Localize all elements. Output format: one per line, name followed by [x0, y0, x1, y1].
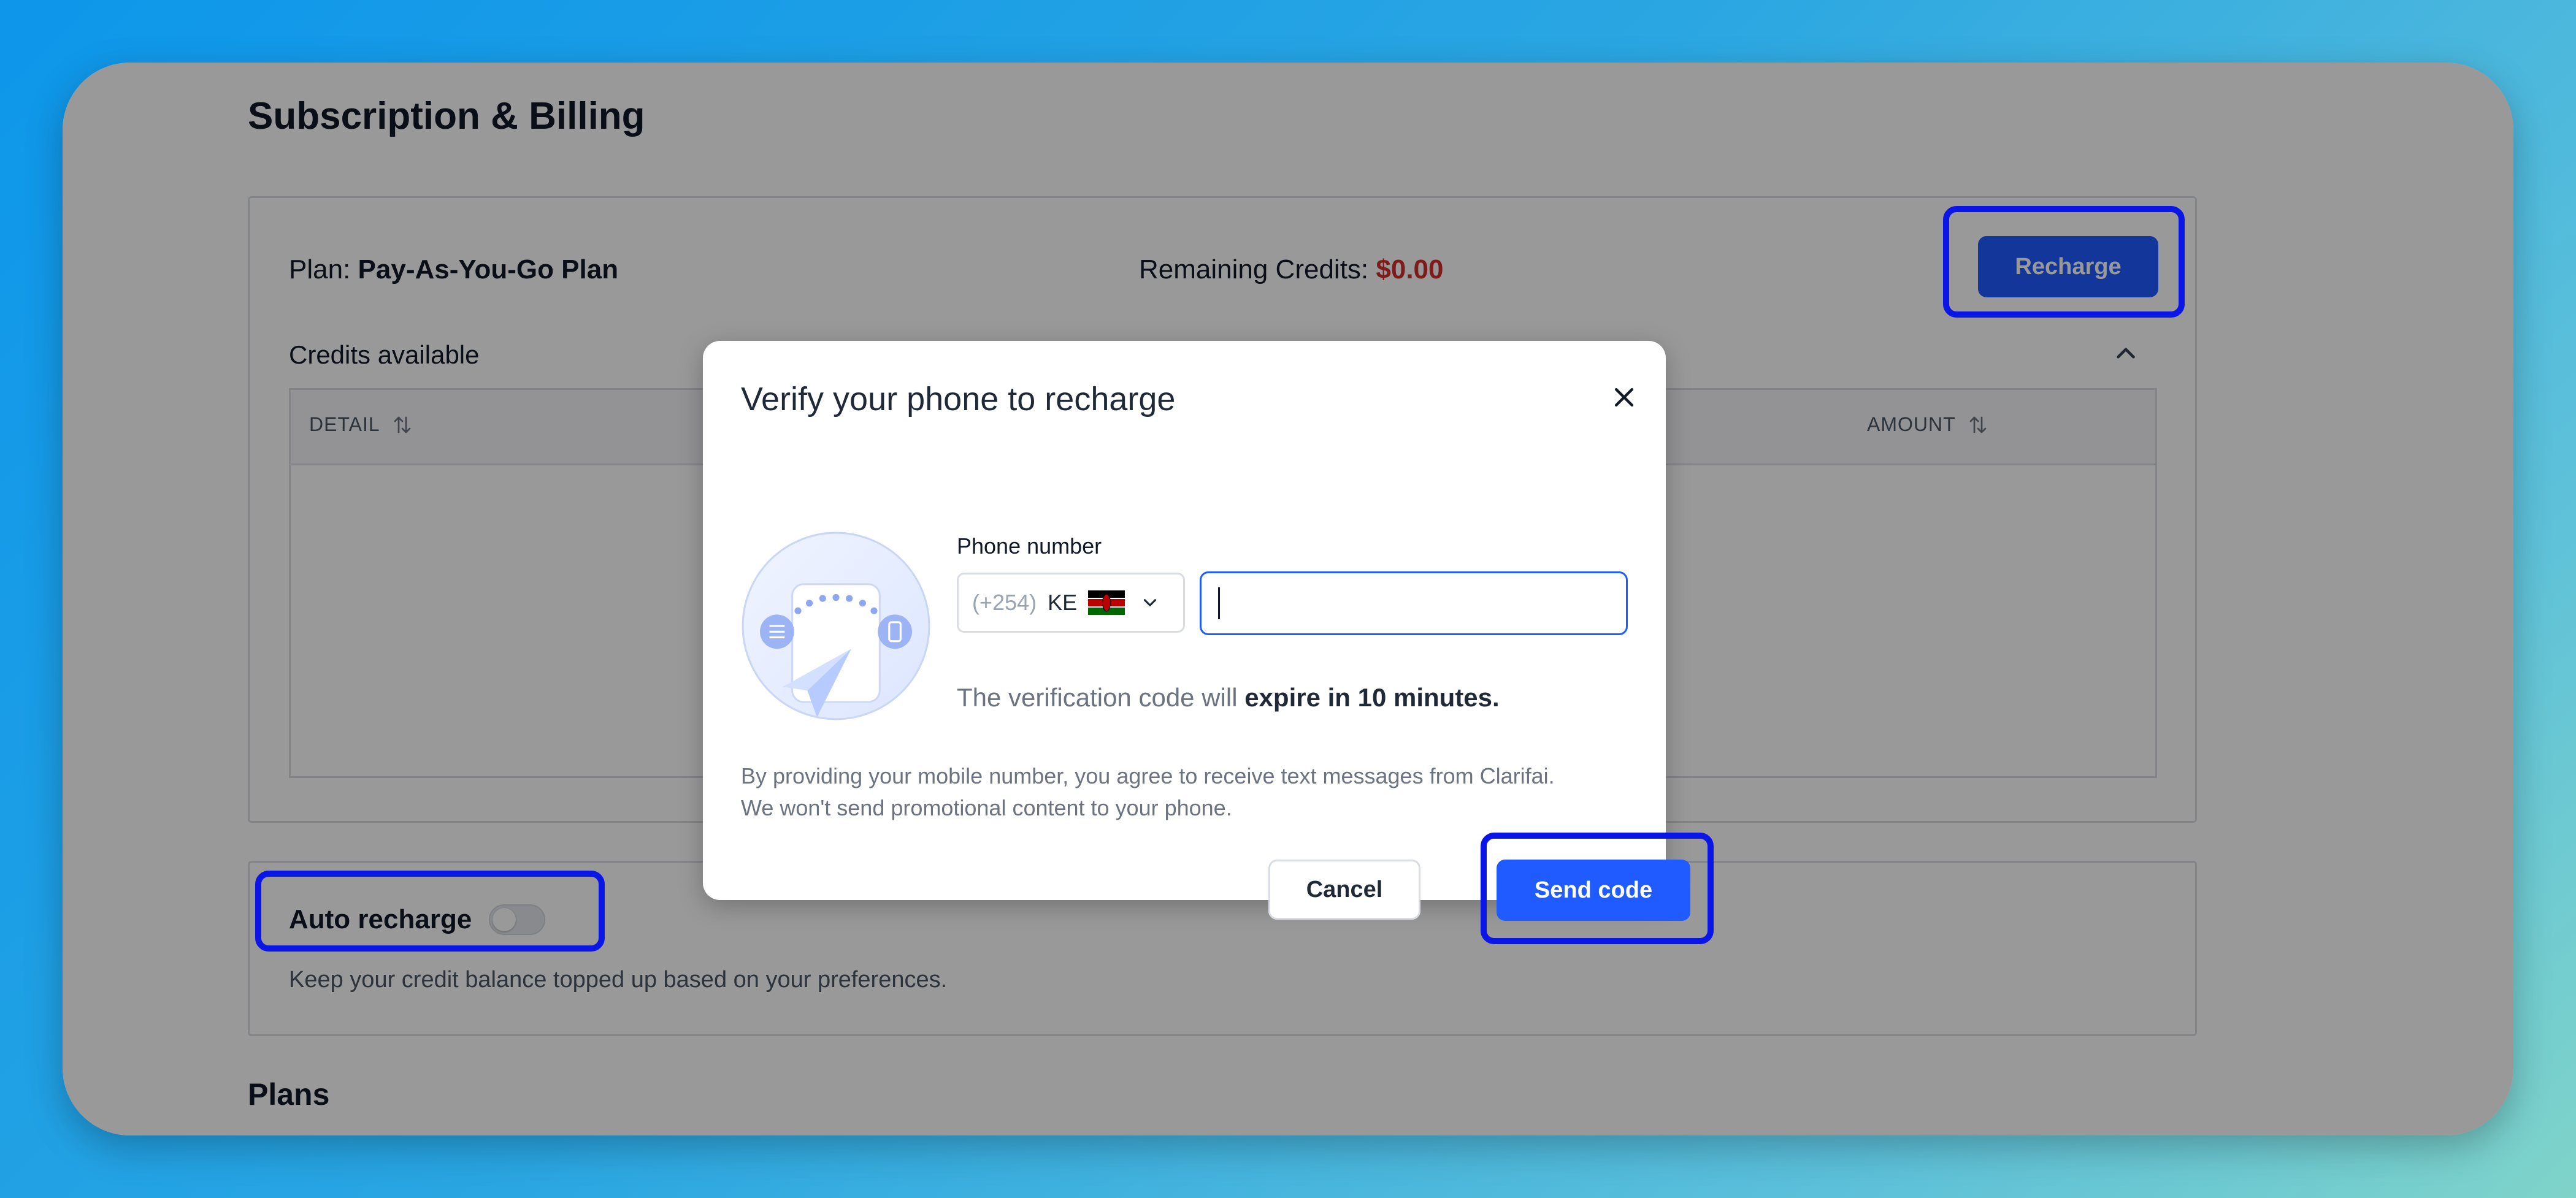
auto-recharge-highlight [255, 871, 605, 952]
chevron-down-icon[interactable] [1140, 592, 1160, 613]
close-button[interactable] [1608, 381, 1640, 413]
send-code-highlight [1481, 833, 1714, 944]
close-icon[interactable] [1611, 384, 1638, 411]
text-caret [1218, 587, 1220, 619]
dial-code: (+254) [972, 590, 1037, 615]
phone-number-label: Phone number [957, 533, 1102, 559]
recharge-highlight [1943, 206, 2185, 318]
phone-number-input[interactable] [1200, 571, 1628, 635]
cancel-button[interactable]: Cancel [1268, 860, 1420, 920]
verify-phone-modal: Verify your phone to recharge Phone numb… [703, 341, 1690, 921]
disclaimer-line-2: We won't send promotional content to you… [741, 795, 1232, 820]
phone-verification-illustration [742, 532, 930, 720]
expiry-duration: expire in 10 minutes. [1244, 683, 1500, 712]
disclaimer-line-1: By providing your mobile number, you agr… [741, 763, 1555, 788]
kenya-flag-icon [1088, 590, 1125, 615]
country-code-select[interactable]: (+254) KE [957, 573, 1185, 633]
expiry-notice: The verification code will expire in 10 … [957, 683, 1500, 712]
app-window: Subscription & Billing Plan: Pay-As-You-… [63, 63, 2513, 1135]
sms-disclaimer: By providing your mobile number, you agr… [741, 760, 1636, 824]
expiry-prefix: The verification code will [957, 683, 1245, 712]
modal-title: Verify your phone to recharge [741, 381, 1176, 418]
country-code: KE [1048, 590, 1078, 615]
